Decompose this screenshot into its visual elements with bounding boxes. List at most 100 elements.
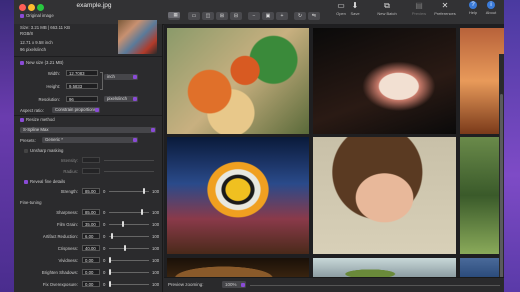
- zoom-in-icon[interactable]: +: [276, 12, 288, 20]
- unsharp-masking-checkbox[interactable]: [24, 149, 28, 153]
- resize-method-checkbox[interactable]: [20, 118, 24, 122]
- zoom-select[interactable]: 100%: [222, 281, 246, 288]
- window-title: example.jpg: [76, 2, 112, 9]
- presets-label: Presets:: [20, 138, 36, 143]
- preview-zoom-label: Preview zooming:: [168, 282, 204, 287]
- resize-method-heading: Resize method: [26, 117, 55, 122]
- image-tile-coffee[interactable]: [167, 258, 309, 278]
- scrollbar-thumb[interactable]: [500, 94, 503, 292]
- compare-view-icon[interactable]: ⊞: [216, 12, 228, 20]
- slider-max: 100: [152, 234, 160, 239]
- resolution-label: Resolution:: [38, 97, 61, 102]
- image-tile-partial-3[interactable]: [460, 258, 504, 278]
- zoom-out-icon[interactable]: −: [248, 12, 260, 20]
- save-button[interactable]: ⬇ Save: [340, 1, 370, 16]
- slider-label: Vividness:: [58, 258, 78, 263]
- new-size-checkbox[interactable]: [20, 61, 24, 65]
- rotate-icon[interactable]: ↻: [294, 12, 306, 20]
- strength-slider-knob[interactable]: [143, 188, 145, 194]
- slider-max: 100: [152, 258, 160, 263]
- radius-input[interactable]: [82, 168, 100, 174]
- slider-value-input[interactable]: 6.00: [82, 233, 100, 239]
- slider-knob[interactable]: [111, 233, 114, 239]
- split-view-icon[interactable]: ◫: [202, 12, 214, 20]
- slider-track[interactable]: [109, 272, 149, 273]
- slider-knob[interactable]: [124, 245, 127, 251]
- strength-min: 0: [103, 189, 106, 194]
- slider-value-input[interactable]: 35.00: [82, 221, 100, 227]
- about-button[interactable]: i About: [476, 1, 504, 15]
- slider-value-input[interactable]: 0.00: [82, 269, 100, 275]
- resize-method-select[interactable]: S-Spline Max: [20, 127, 156, 133]
- aspect-ratio-label: Aspect ratio:: [20, 108, 44, 113]
- title-bar: example.jpg ▦ ▾ ▭ ◫ ⊞ ⊟ − ▣ + ↻ ⇋ ▭Open …: [14, 0, 504, 25]
- slider-max: 100: [152, 282, 160, 287]
- image-tile-fish[interactable]: [167, 137, 309, 254]
- image-tile-salad[interactable]: [167, 28, 309, 134]
- resolution-input[interactable]: 96: [66, 96, 98, 102]
- resolution-unit-select[interactable]: pixels/inch: [104, 96, 138, 102]
- single-view-icon[interactable]: ▭: [188, 12, 200, 20]
- slider-knob[interactable]: [109, 269, 111, 275]
- quad-view-icon[interactable]: ⊟: [230, 12, 242, 20]
- slider-min: 0: [103, 234, 106, 239]
- slider-min: 0: [103, 258, 106, 263]
- slider-max: 100: [152, 270, 160, 275]
- slider-min: 0: [103, 282, 106, 287]
- link-proportions-icon[interactable]: [100, 72, 103, 90]
- presets-select[interactable]: Generic *: [42, 137, 138, 143]
- aspect-ratio-select[interactable]: Constrain proportions: [52, 107, 100, 113]
- slider-knob[interactable]: [109, 257, 111, 263]
- horizontal-scrollbar[interactable]: [250, 285, 500, 286]
- image-tile-seashell[interactable]: [313, 28, 456, 134]
- slider-track[interactable]: [109, 236, 149, 237]
- status-bar: Preview zooming: 100%: [164, 277, 504, 292]
- grid-view-icon[interactable]: ▦: [168, 12, 180, 18]
- original-image-thumbnail[interactable]: [118, 20, 157, 54]
- dimensions-info: 12.71 x 9.58 inch: [20, 40, 53, 45]
- app-window: example.jpg ▦ ▾ ▭ ◫ ⊞ ⊟ − ▣ + ↻ ⇋ ▭Open …: [14, 0, 504, 292]
- intensity-input[interactable]: [82, 157, 100, 163]
- strength-input[interactable]: 85.00: [82, 188, 100, 194]
- width-input[interactable]: 12.7083: [66, 70, 98, 76]
- slider-value-input[interactable]: 0.00: [82, 257, 100, 263]
- slider-label: Sharpness:: [56, 210, 78, 215]
- slider-label: Brighten Shadows:: [41, 270, 78, 275]
- image-tile-partial-2[interactable]: [460, 137, 504, 254]
- ppi-info: 96 pixels/inch: [20, 47, 47, 52]
- slider-knob[interactable]: [122, 221, 125, 227]
- image-tile-frog[interactable]: [313, 258, 456, 278]
- slider-min: 0: [103, 222, 106, 227]
- fit-icon[interactable]: ▣: [262, 12, 274, 20]
- height-input[interactable]: 9.5833: [66, 83, 98, 89]
- preview-scrollbar[interactable]: [499, 54, 504, 292]
- original-image-checkbox[interactable]: [20, 14, 24, 18]
- slider-knob[interactable]: [141, 209, 144, 215]
- slider-track[interactable]: [109, 224, 149, 225]
- fine-tuning-heading: Fine-tuning: [20, 200, 42, 205]
- slider-track[interactable]: [109, 284, 149, 285]
- color-mode: RGB/8: [20, 31, 33, 36]
- chevron-down-icon: [133, 97, 137, 101]
- flip-icon[interactable]: ⇋: [308, 12, 320, 20]
- slider-value-input[interactable]: 85.00: [82, 209, 100, 215]
- image-tile-partial-1[interactable]: [460, 28, 504, 134]
- chevron-down-icon: [241, 282, 245, 287]
- slider-min: 0: [103, 210, 106, 215]
- slider-value-input[interactable]: 0.00: [82, 281, 100, 287]
- new-batch-button[interactable]: ⧉ New Batch: [372, 1, 402, 16]
- preview-icon: ▤: [415, 1, 423, 10]
- view-toolbar: ▦ ▾ ▭ ◫ ⊞ ⊟ − ▣ + ↻ ⇋: [168, 12, 320, 21]
- radius-slider[interactable]: [104, 171, 154, 172]
- preferences-button[interactable]: ✕ Preferences: [430, 1, 460, 16]
- slider-track[interactable]: [109, 248, 149, 249]
- image-tile-portrait[interactable]: [313, 137, 456, 254]
- intensity-slider[interactable]: [104, 160, 154, 161]
- slider-value-input[interactable]: 40.00: [82, 245, 100, 251]
- height-label: Height:: [46, 84, 60, 89]
- slider-knob[interactable]: [109, 281, 111, 287]
- slider-track[interactable]: [109, 260, 149, 261]
- reveal-fine-details-checkbox[interactable]: [24, 180, 28, 184]
- slider-max: 100: [152, 246, 160, 251]
- unit-select[interactable]: inch: [104, 74, 138, 80]
